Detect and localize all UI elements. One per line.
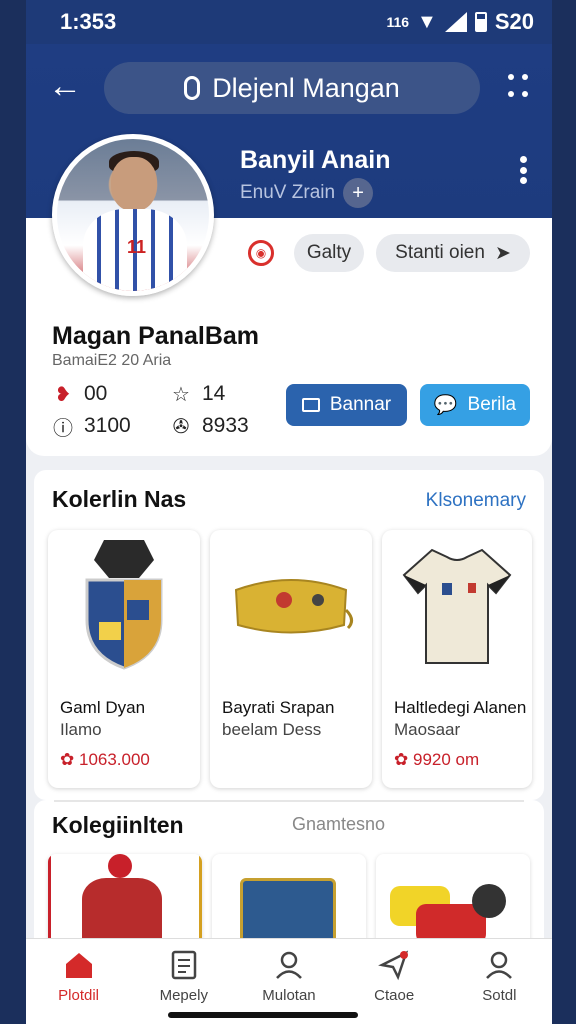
jersey-icon bbox=[382, 530, 532, 680]
app-screen: 1:353 116 ▼ S20 ← Dlejenl Mangan Banyil … bbox=[26, 0, 552, 1024]
add-icon[interactable]: + bbox=[343, 178, 374, 208]
status-icons: 116 ▼ S20 bbox=[386, 9, 534, 35]
header-subtitle-text: EnuV Zrain bbox=[240, 182, 336, 203]
chat-bubble-icon: 💬 bbox=[433, 395, 458, 416]
title-pill[interactable]: Dlejenl Mangan bbox=[104, 62, 480, 114]
button-label: Bannar bbox=[329, 394, 392, 415]
status-time: 1:353 bbox=[60, 9, 117, 34]
more-options-icon[interactable] bbox=[520, 156, 528, 184]
product-card[interactable]: Bayrati Srapan beelam Dess bbox=[210, 530, 372, 788]
profile-name: Magan PanalBam bbox=[52, 322, 260, 350]
nav-label: Ctaoe bbox=[374, 987, 415, 1004]
product-sub: beelam Dess bbox=[222, 720, 322, 739]
profile-icon bbox=[276, 951, 302, 979]
collection-section-2: Kolegiinlten Gnamtesno bbox=[34, 800, 544, 950]
back-arrow-icon[interactable]: ← bbox=[48, 68, 84, 104]
crest-icon bbox=[48, 530, 200, 680]
profile-subtitle: BamaiE2 20 Aria bbox=[52, 352, 172, 369]
send-icon bbox=[378, 950, 409, 981]
bag-icon bbox=[210, 530, 372, 680]
stat-value: 00 bbox=[84, 382, 108, 405]
product-name: Gaml Dyan bbox=[60, 698, 146, 717]
product-name: Bayrati Srapan bbox=[222, 698, 335, 717]
stat-value: 3100 bbox=[84, 414, 131, 437]
divider bbox=[54, 800, 524, 802]
document-icon bbox=[171, 950, 197, 980]
header-title: Dlejenl Mangan bbox=[212, 72, 400, 103]
button-label: Berila bbox=[467, 394, 517, 415]
product-name: Haltledegi Alanen bbox=[394, 698, 527, 717]
status-bar: 1:353 116 ▼ S20 bbox=[26, 0, 552, 44]
search-icon bbox=[184, 76, 201, 100]
chip-status[interactable]: Stanti oien ➤ bbox=[376, 234, 530, 272]
berila-button[interactable]: 💬 Berila bbox=[420, 384, 530, 426]
thumb-list bbox=[48, 854, 530, 944]
collection-section: Kolerlin Nas Klsonemary Gaml Dyan Ilamo … bbox=[34, 470, 544, 800]
stat-value: 14 bbox=[202, 382, 226, 405]
follow-icon[interactable]: ◉ bbox=[248, 240, 274, 266]
player-thumb[interactable] bbox=[48, 854, 202, 944]
chip-galty[interactable]: Galty bbox=[294, 234, 364, 272]
product-card[interactable]: Haltledegi Alanen Maosaar ✿ 9920 om bbox=[382, 530, 532, 788]
collection-title: Kolerlin Nas bbox=[52, 486, 187, 512]
tag-icon: ✿ bbox=[60, 750, 75, 769]
battery-icon bbox=[474, 12, 487, 32]
home-icon bbox=[65, 953, 92, 978]
nav-label: Sotdl bbox=[482, 987, 517, 1004]
product-price: ✿ 1063.000 bbox=[60, 750, 150, 770]
chip-label: Stanti oien bbox=[395, 242, 485, 263]
wifi-icon: ▼ bbox=[417, 10, 437, 33]
nav-send[interactable]: Ctaoe bbox=[349, 949, 439, 1024]
stat-alerts: ⓘ 3100 bbox=[52, 414, 131, 440]
stat-likes: ❥ 00 bbox=[52, 382, 108, 406]
chat-icon: ✇ bbox=[172, 415, 190, 438]
stat-value: 8933 bbox=[202, 414, 249, 437]
product-price: ✿ 9920 om bbox=[394, 750, 479, 770]
bannar-button[interactable]: Bannar bbox=[286, 384, 407, 426]
stat-comments: ✇ 8933 bbox=[170, 414, 249, 438]
header-subtitle: EnuV Zrain + bbox=[240, 178, 374, 208]
badge-thumb[interactable] bbox=[212, 854, 366, 944]
product-sub: Ilamo bbox=[60, 720, 102, 739]
send-icon: ➤ bbox=[494, 242, 511, 264]
tag-icon: ✿ bbox=[394, 750, 409, 769]
collection2-title: Kolegiinlten bbox=[52, 812, 184, 838]
nav-home[interactable]: Plotdil bbox=[34, 949, 124, 1024]
stat-stars: ☆ 14 bbox=[170, 382, 225, 406]
star-icon: ☆ bbox=[172, 383, 190, 406]
gear-thumb[interactable] bbox=[376, 854, 530, 944]
nav-user[interactable]: Sotdl bbox=[454, 949, 544, 1024]
user-icon bbox=[486, 951, 513, 979]
nav-label: Plotdil bbox=[58, 987, 100, 1004]
signal-text: 116 bbox=[386, 14, 410, 30]
chip-label: Galty bbox=[306, 242, 352, 263]
nav-label: Mepely bbox=[159, 987, 208, 1004]
product-card[interactable]: Gaml Dyan Ilamo ✿ 1063.000 bbox=[48, 530, 200, 788]
calendar-icon bbox=[301, 398, 320, 412]
price-text: 9920 om bbox=[412, 750, 480, 769]
product-sub: Maosaar bbox=[394, 720, 461, 739]
cell-signal-icon bbox=[444, 12, 467, 32]
alert-icon: ⓘ bbox=[53, 417, 73, 440]
grid-menu-icon[interactable] bbox=[508, 74, 530, 102]
status-right-text: S20 bbox=[494, 9, 534, 34]
collection-see-all-link[interactable]: Klsonemary bbox=[426, 490, 526, 512]
header-name: Banyil Anain bbox=[240, 146, 391, 174]
price-text: 1063.000 bbox=[78, 750, 150, 769]
nav-label: Mulotan bbox=[262, 987, 316, 1004]
avatar[interactable]: 11 bbox=[52, 134, 214, 296]
product-list: Gaml Dyan Ilamo ✿ 1063.000 Bayrati Srapa… bbox=[48, 530, 532, 788]
home-indicator[interactable] bbox=[168, 1012, 358, 1018]
collection2-note: Gnamtesno bbox=[292, 814, 386, 834]
heart-icon: ❥ bbox=[54, 383, 72, 406]
